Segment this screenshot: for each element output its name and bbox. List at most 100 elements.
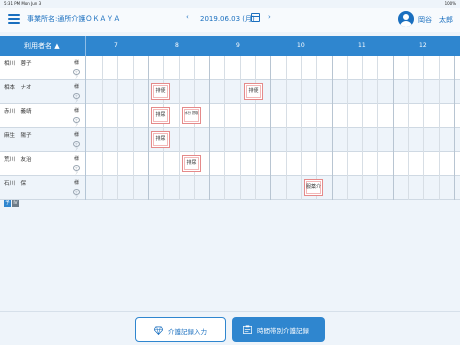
grid-line — [209, 152, 210, 176]
grid-line — [179, 80, 180, 104]
care-record-entry[interactable]: 排尿 — [151, 107, 170, 124]
grid-line — [270, 152, 271, 176]
resident-name: 石川 保 — [4, 181, 27, 187]
grid-line — [301, 80, 302, 104]
resident-badges: 予Ⅳ — [4, 189, 20, 208]
care-record-entry[interactable]: 水分 摂取 — [182, 107, 201, 124]
grid-line — [194, 56, 195, 80]
resident-name-cell[interactable]: 赤川 義靖様ケア予Ⅱ — [0, 104, 86, 135]
grid-line — [133, 56, 134, 80]
care-record-label: 排便 — [248, 88, 259, 94]
grid-line — [148, 152, 149, 176]
care-record-input-button[interactable]: 介護記録入力 — [135, 317, 226, 342]
hamburger-menu-icon[interactable] — [8, 14, 20, 24]
grid-line — [439, 80, 440, 104]
time-based-care-record-button[interactable]: 時間帯別介護記録 — [232, 317, 325, 342]
grid-line — [377, 152, 378, 176]
care-record-label: 排便 — [155, 88, 166, 94]
grid-line — [117, 56, 118, 80]
grid-line — [454, 152, 455, 176]
grid-line — [240, 56, 241, 80]
grid-line — [439, 176, 440, 200]
grid-line — [377, 80, 378, 104]
resident-name: 赤川 義靖 — [4, 109, 32, 115]
grid-line — [362, 152, 363, 176]
honorific: 様 — [74, 84, 80, 90]
grid-line — [163, 176, 164, 200]
resident-name: 相川 蓉子 — [4, 61, 32, 67]
care-record-entry[interactable]: 服薬介 — [304, 179, 323, 196]
battery-level: 100% — [444, 1, 456, 6]
table-row[interactable]: 荒川 友治様ケア予Ⅲ 排尿 — [0, 152, 460, 183]
grid-line — [393, 128, 394, 152]
grid-line — [148, 80, 149, 104]
diamond-icon — [154, 326, 163, 335]
next-date-button[interactable]: › — [268, 13, 271, 21]
previous-date-button[interactable]: ‹ — [186, 13, 189, 21]
grid-line — [117, 80, 118, 104]
grid-line — [454, 128, 455, 152]
grid-line — [362, 104, 363, 128]
grid-line — [224, 152, 225, 176]
grid-line — [240, 104, 241, 128]
care-level-icon: ケア — [73, 93, 80, 103]
grid-line — [117, 128, 118, 152]
grid-line — [316, 80, 317, 104]
care-record-entry[interactable]: 排便 — [244, 83, 263, 100]
hour-label: 9 — [236, 42, 240, 49]
grid-line — [148, 128, 149, 152]
status-badge: Ⅳ — [12, 200, 19, 207]
grid-line — [408, 176, 409, 200]
status-bar: 5:31 PM Mon Jun 3 100% — [0, 0, 460, 8]
grid-line — [117, 176, 118, 200]
resident-name: 荒川 友治 — [4, 157, 32, 163]
grid-line — [148, 56, 149, 80]
grid-line — [240, 80, 241, 104]
avatar[interactable] — [398, 11, 414, 27]
care-level-icon: ケア — [73, 189, 80, 199]
grid-line — [408, 128, 409, 152]
grid-line — [393, 104, 394, 128]
care-level-icon: ケア — [73, 141, 80, 151]
care-record-entry[interactable]: 排尿 — [182, 155, 201, 172]
grid-line — [224, 56, 225, 80]
grid-line — [454, 56, 455, 80]
grid-line — [454, 176, 455, 200]
calendar-icon[interactable] — [251, 13, 260, 22]
grid-line — [286, 152, 287, 176]
grid-line — [209, 128, 210, 152]
care-record-entry[interactable]: 排尿 — [151, 131, 170, 148]
grid-line — [347, 128, 348, 152]
table-row[interactable]: 麻生 陽子様ケア予Ⅳ 排尿 — [0, 128, 460, 159]
table-row[interactable]: 赤川 義靖様ケア予Ⅱ 排尿 水分 摂取 — [0, 104, 460, 135]
resident-name-cell[interactable]: 相本 ナオ様ケア予Ⅲ — [0, 80, 86, 111]
table-row[interactable]: 石川 保様ケア予 Ⅳ 服薬介 — [0, 176, 460, 207]
grid-line — [347, 80, 348, 104]
care-record-entry[interactable]: 排便 — [151, 83, 170, 100]
hour-label: 8 — [175, 42, 179, 49]
resident-name-cell[interactable]: 麻生 陽子様ケア予Ⅳ — [0, 128, 86, 159]
grid-line — [286, 104, 287, 128]
grid-line — [332, 80, 333, 104]
user-name: 岡谷 太郎 — [418, 16, 453, 24]
grid-line — [240, 176, 241, 200]
grid-line — [408, 56, 409, 80]
grid-line — [408, 80, 409, 104]
grid-line — [332, 128, 333, 152]
table-row[interactable]: 相本 ナオ様ケア予Ⅲ排便排便 — [0, 80, 460, 111]
hour-label: 11 — [358, 42, 366, 49]
resident-name-cell[interactable]: 石川 保様ケア予 Ⅳ — [0, 176, 86, 207]
grid-line — [408, 152, 409, 176]
grid-line — [362, 176, 363, 200]
care-record-label: 排尿 — [155, 112, 166, 118]
grid-line — [133, 128, 134, 152]
grid-line — [423, 152, 424, 176]
grid-line — [439, 152, 440, 176]
resident-name-sort-header[interactable]: 利用者名 ▲ — [0, 36, 86, 56]
grid-line — [224, 80, 225, 104]
resident-name-cell[interactable]: 相川 蓉子様ケア予Ⅲ — [0, 56, 86, 87]
resident-name-cell[interactable]: 荒川 友治様ケア予Ⅲ — [0, 152, 86, 183]
table-row[interactable]: 相川 蓉子様ケア予Ⅲ — [0, 56, 460, 87]
grid-line — [439, 128, 440, 152]
grid-line — [102, 80, 103, 104]
